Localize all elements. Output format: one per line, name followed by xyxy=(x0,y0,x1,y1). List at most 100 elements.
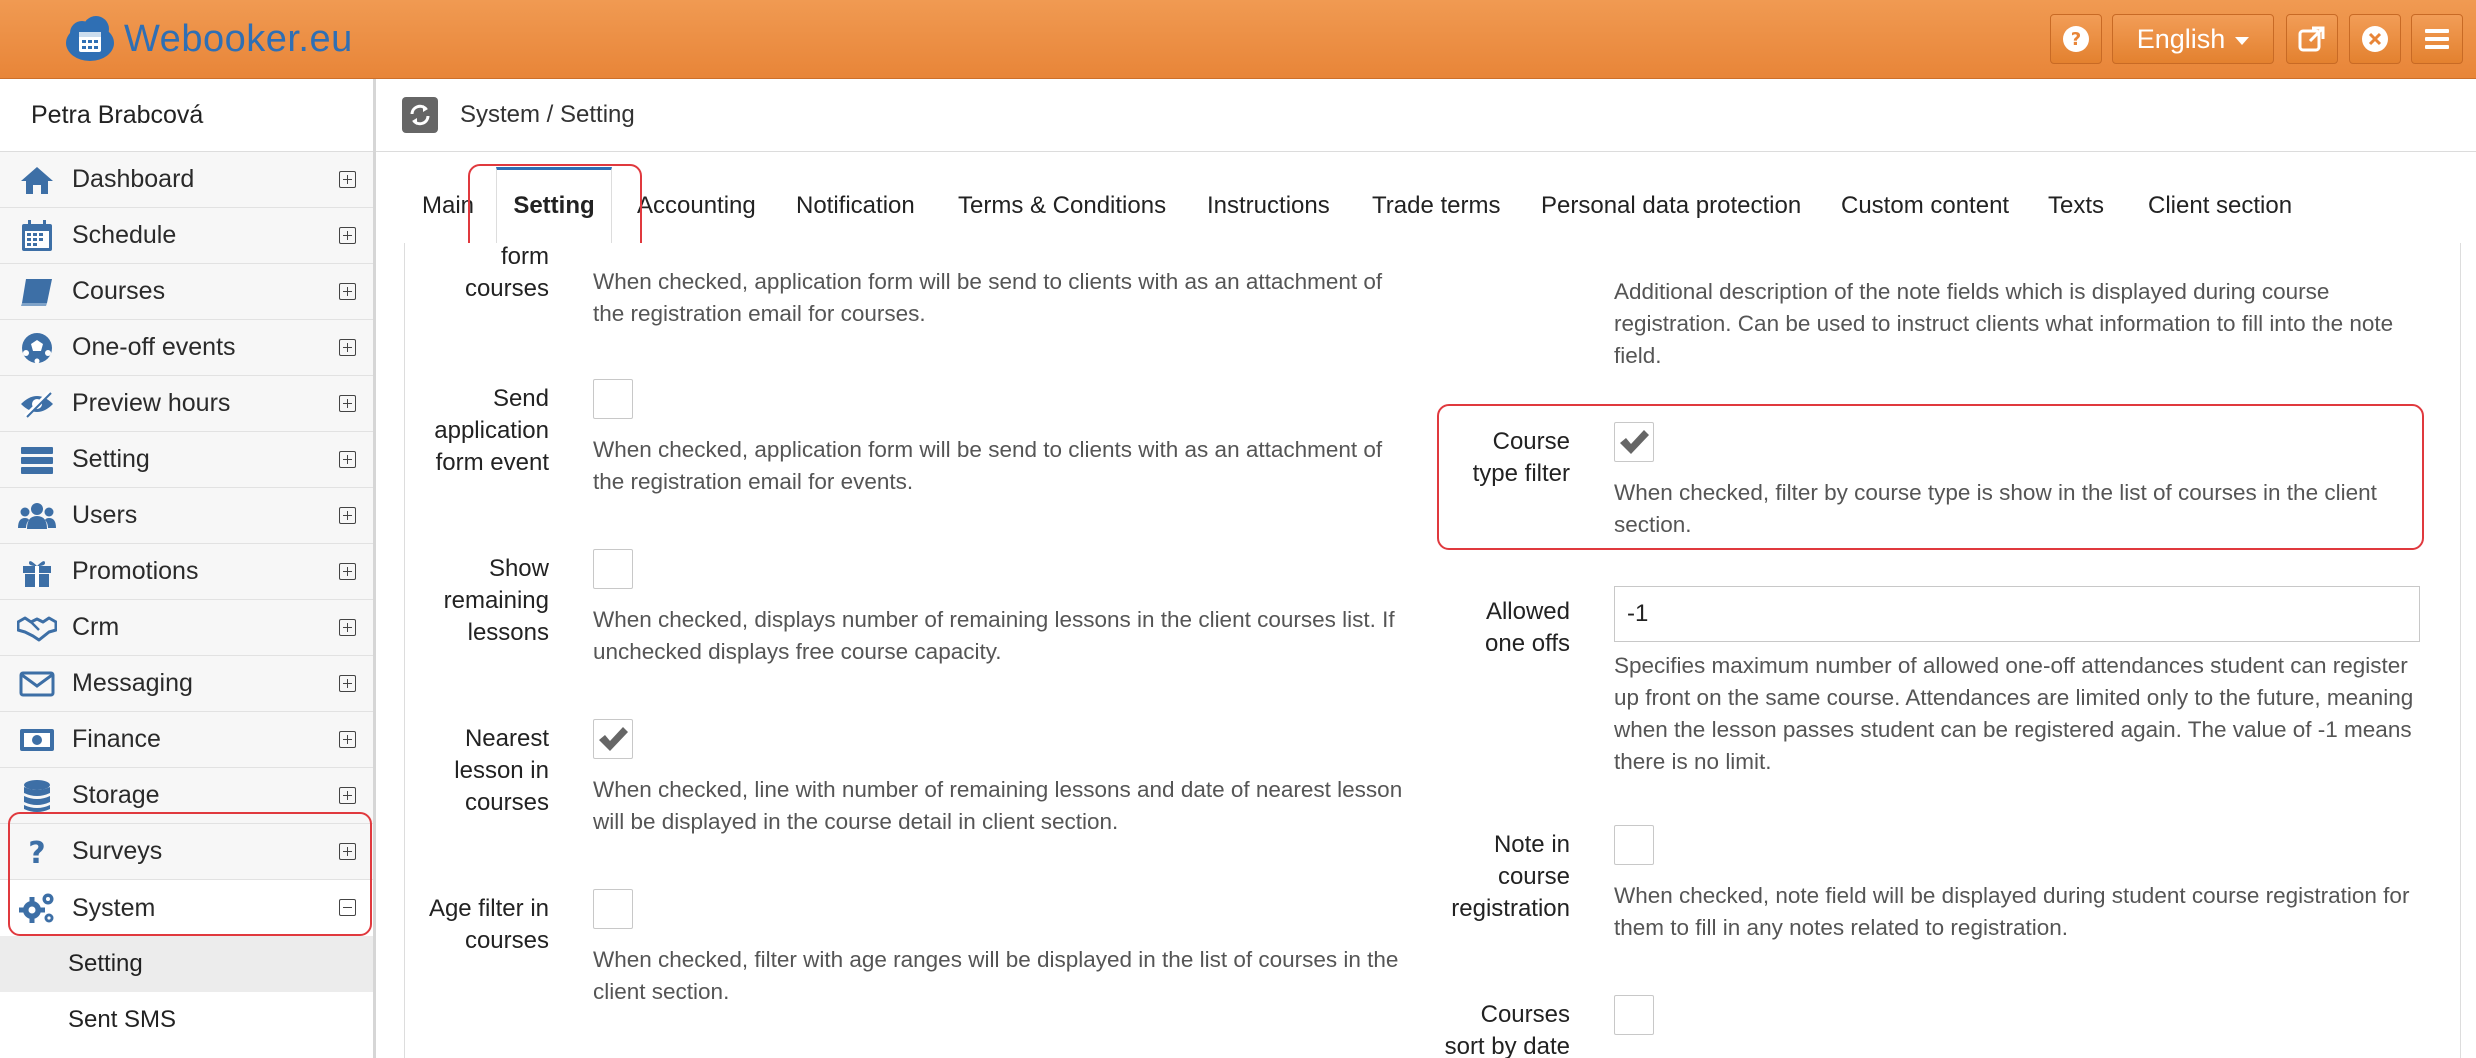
field-label-course-type-filter: Course type filter xyxy=(1472,428,1570,487)
calendar-icon xyxy=(17,216,57,256)
sidebar-item-label: One-off events xyxy=(72,333,236,361)
field-label-send-application-form-event: Send application form event xyxy=(434,385,549,476)
external-link-button[interactable] xyxy=(2286,14,2338,64)
expand-icon[interactable] xyxy=(339,171,356,188)
expand-icon[interactable] xyxy=(339,731,356,748)
expand-icon[interactable] xyxy=(339,283,356,300)
expand-icon[interactable] xyxy=(339,451,356,468)
close-button[interactable] xyxy=(2349,14,2401,64)
sidebar: Petra Brabcová Dashboard Schedule Course… xyxy=(0,79,376,1058)
tab-personal-data-protection[interactable]: Personal data protection xyxy=(1541,167,1801,243)
sidebar-item-label: Messaging xyxy=(72,669,193,697)
checkbox-note-in-course-registration[interactable] xyxy=(1614,825,1654,865)
refresh-button[interactable] xyxy=(402,97,438,133)
tab-trade-terms[interactable]: Trade terms xyxy=(1372,167,1500,243)
sidebar-item-schedule[interactable]: Schedule xyxy=(0,208,373,264)
menu-button[interactable] xyxy=(2411,14,2463,64)
collapse-icon[interactable] xyxy=(339,899,356,916)
tab-main[interactable]: Main xyxy=(422,167,474,243)
gift-icon xyxy=(17,552,57,592)
sidebar-item-label: Preview hours xyxy=(72,389,231,417)
expand-icon[interactable] xyxy=(339,227,356,244)
tab-instructions[interactable]: Instructions xyxy=(1207,167,1330,243)
question-icon: ? xyxy=(17,832,57,872)
field-label-age-filter-in-courses: Age filter in courses xyxy=(428,895,549,954)
allowed-one-offs-input[interactable]: -1 xyxy=(1614,586,2420,642)
field-label-allowed-one-offs: Allowed one offs xyxy=(1485,598,1570,657)
checkbox-age-filter-in-courses[interactable] xyxy=(593,889,633,929)
envelope-icon xyxy=(17,664,57,704)
book-icon xyxy=(17,272,57,312)
field-description: When checked, line with number of remain… xyxy=(593,777,1403,834)
refresh-icon xyxy=(410,104,430,126)
database-icon xyxy=(17,776,57,816)
list-icon xyxy=(17,440,57,480)
sidebar-item-users[interactable]: Users xyxy=(0,488,373,544)
hamburger-menu-icon xyxy=(2425,29,2449,49)
tab-custom-content[interactable]: Custom content xyxy=(1841,167,2009,243)
checkbox-course-type-filter[interactable] xyxy=(1614,422,1654,462)
sidebar-item-storage[interactable]: Storage xyxy=(0,768,373,824)
checkbox-nearest-lesson-in-courses[interactable] xyxy=(593,719,633,759)
checkbox-show-remaining-lessons[interactable] xyxy=(593,549,633,589)
tab-notification[interactable]: Notification xyxy=(796,167,915,243)
tab-terms-conditions[interactable]: Terms & Conditions xyxy=(958,167,1166,243)
eye-slash-icon xyxy=(17,384,57,424)
expand-icon[interactable] xyxy=(339,339,356,356)
close-circle-icon xyxy=(2362,26,2388,52)
field-description: When checked, note field will be display… xyxy=(1614,883,2410,940)
user-name: Petra Brabcová xyxy=(0,79,373,152)
sidebar-item-crm[interactable]: Crm xyxy=(0,600,373,656)
soccer-ball-icon xyxy=(17,328,57,368)
help-button[interactable]: ? xyxy=(2050,14,2102,64)
handshake-icon xyxy=(17,608,57,648)
sidebar-item-messaging[interactable]: Messaging xyxy=(0,656,373,712)
expand-icon[interactable] xyxy=(339,787,356,804)
sidebar-item-label: Surveys xyxy=(72,837,163,865)
checkbox-courses-sort-by-date[interactable] xyxy=(1614,995,1654,1035)
sidebar-subitem-setting[interactable]: Setting xyxy=(0,936,373,992)
sidebar-item-label: System xyxy=(72,893,156,922)
users-icon xyxy=(17,496,57,536)
tab-setting[interactable]: Setting xyxy=(496,167,612,244)
field-label-courses-sort-by-date: Courses sort by date xyxy=(1444,1001,1570,1058)
tab-client-section[interactable]: Client section xyxy=(2148,167,2292,243)
field-description: When checked, displays number of remaini… xyxy=(593,607,1395,664)
expand-icon[interactable] xyxy=(339,395,356,412)
expand-icon[interactable] xyxy=(339,619,356,636)
tab-texts[interactable]: Texts xyxy=(2048,167,2104,243)
logo[interactable]: Webooker.eu xyxy=(62,10,353,68)
sidebar-item-label: Storage xyxy=(72,781,160,809)
sidebar-item-finance[interactable]: Finance xyxy=(0,712,373,768)
question-circle-icon: ? xyxy=(2063,26,2089,52)
sidebar-item-one-off-events[interactable]: One-off events xyxy=(0,320,373,376)
sidebar-item-dashboard[interactable]: Dashboard xyxy=(0,152,373,208)
top-bar: Webooker.eu ? English xyxy=(0,0,2476,79)
field-description: When checked, application form will be s… xyxy=(593,437,1383,494)
field-description: When checked, filter with age ranges wil… xyxy=(593,947,1399,1004)
field-label-nearest-lesson-in-courses: Nearest lesson in courses xyxy=(454,725,549,816)
sidebar-item-courses[interactable]: Courses xyxy=(0,264,373,320)
field-label-show-remaining-lessons: Show remaining lessons xyxy=(443,555,549,646)
chevron-down-icon xyxy=(2235,37,2250,45)
expand-icon[interactable] xyxy=(339,507,356,524)
gears-icon xyxy=(17,888,57,928)
sidebar-item-label: Setting xyxy=(72,445,150,473)
expand-icon[interactable] xyxy=(339,675,356,692)
expand-icon[interactable] xyxy=(339,843,356,860)
sidebar-item-promotions[interactable]: Promotions xyxy=(0,544,373,600)
sidebar-subitem-sent-sms[interactable]: Sent SMS xyxy=(0,992,373,1048)
sidebar-item-surveys[interactable]: ? Surveys xyxy=(0,824,373,880)
checkbox-send-application-form-event[interactable] xyxy=(593,379,633,419)
language-select[interactable]: English xyxy=(2112,14,2274,64)
field-description: When checked, filter by course type is s… xyxy=(1614,480,2377,537)
sidebar-item-system[interactable]: System xyxy=(0,880,373,936)
field-description: When checked, application form will be s… xyxy=(593,269,1383,326)
sidebar-item-preview-hours[interactable]: Preview hours xyxy=(0,376,373,432)
expand-icon[interactable] xyxy=(339,563,356,580)
home-icon xyxy=(17,160,57,200)
sidebar-item-label: Courses xyxy=(72,277,166,305)
external-link-icon xyxy=(2298,26,2325,52)
tab-accounting[interactable]: Accounting xyxy=(637,167,756,243)
sidebar-item-setting[interactable]: Setting xyxy=(0,432,373,488)
